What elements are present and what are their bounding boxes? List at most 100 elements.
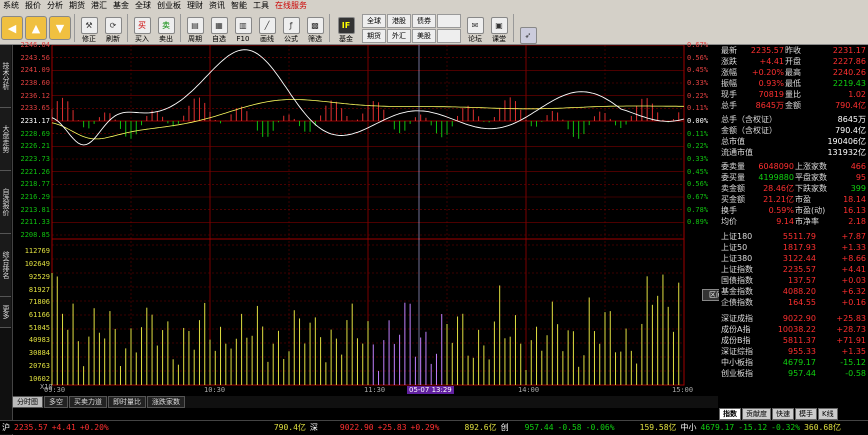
left-tab[interactable]: 综合排名 [0, 234, 11, 297]
blank-shortcut [437, 29, 461, 43]
index-value: 10038.22 [777, 325, 816, 334]
formula-button[interactable]: ƒ 公式 [280, 13, 302, 44]
index-value: 3122.44 [782, 254, 816, 263]
quote-row: 总手 8645万 金额 790.4亿 [719, 100, 868, 111]
left-tab[interactable]: 更多 [0, 297, 11, 328]
futures-button[interactable]: 期货 [362, 29, 386, 43]
volume-axis-label: 10602 [28, 374, 50, 383]
menu-item[interactable]: 分析 [44, 0, 66, 11]
chart-tab[interactable]: 涨跌家数 [147, 396, 185, 408]
logo-button[interactable]: ➶ [517, 13, 539, 44]
menu-item[interactable]: 全球 [132, 0, 154, 11]
percent-axis-label: 0.56% [687, 180, 709, 189]
left-tab[interactable]: 自选报价 [0, 171, 11, 234]
right-panel-tab[interactable]: 指数 [719, 408, 741, 420]
forum-button[interactable]: ✉ 论坛 [464, 13, 486, 44]
ticker-zx-amount: 360.68亿 [804, 423, 841, 432]
sell-button[interactable]: 卖卖出 [155, 13, 177, 44]
index-value: 955.33 [788, 347, 816, 356]
quote-row: 深证成指 9022.90 +25.83 [719, 313, 868, 324]
back-button[interactable]: ◀ [1, 16, 23, 40]
favorites-button[interactable]: ▦ 自选 [208, 13, 230, 44]
ticker-sz-amount: 892.6亿 [464, 423, 497, 432]
index-name: 上证50 [721, 243, 748, 252]
quote-row: 上证180 5511.79 +7.87 [719, 231, 868, 242]
f10-button[interactable]: ▥ F10 [232, 13, 254, 44]
us-stock-button[interactable]: 美股 [412, 29, 436, 43]
menu-item[interactable]: 智能 [228, 0, 250, 11]
index-name: 创业板指 [721, 369, 753, 378]
price-axis-label: 2218.77 [20, 180, 50, 189]
menu-item[interactable]: 基金 [110, 0, 132, 11]
chart-tab[interactable]: 买卖力道 [69, 396, 107, 408]
filter-icon: ▩ [306, 17, 324, 34]
price-axis-label: 2241.09 [20, 66, 50, 75]
index-value: 9022.90 [782, 314, 816, 323]
toolbar: ◀ ▲ ▼ ⚒ 修正 ⟳ 刷新 买买入 卖卖出 ▤ 周期 ▦ 自选 ▥ F10 ╱ 画线 ƒ… [0, 11, 868, 45]
menu-item[interactable]: 资讯 [206, 0, 228, 11]
quote-row: 总市值 190406亿 [719, 136, 868, 147]
volume-axis-label: 71806 [28, 298, 50, 307]
fund-icon: IF [337, 17, 355, 34]
hk-stock-button[interactable]: 港股 [387, 14, 411, 28]
ticker-sh-change: +4.41 [51, 423, 76, 432]
global-market-button[interactable]: 全球 [362, 14, 386, 28]
quote-row: 上证380 3122.44 +8.66 [719, 253, 868, 264]
fix-button[interactable]: ⚒ 修正 [78, 13, 100, 44]
quote-row: 均价 9.14 市净率 2.18 [719, 216, 868, 227]
classroom-icon: ▣ [490, 17, 508, 34]
quote-row: 企债指数 164.55 +0.16 [719, 297, 868, 308]
quote-label: 振幅 [721, 79, 737, 88]
menu-item[interactable]: 报价 [22, 0, 44, 11]
quote-value: 16.13 [843, 206, 866, 215]
intraday-chart[interactable]: 2246.04 2243.56 2241.09 2238.60 2236.12 2233.… [12, 41, 730, 418]
classroom-button[interactable]: ▣ 课堂 [488, 13, 510, 44]
f10-icon: ▥ [234, 17, 252, 34]
filter-button[interactable]: ▩ 筛选 [304, 13, 326, 44]
quote-label: 平盘家数 [795, 173, 827, 182]
menu-item[interactable]: 在线服务 [272, 0, 310, 11]
down-button[interactable]: ▼ [49, 16, 71, 40]
chart-tab[interactable]: 多空 [44, 396, 68, 408]
quote-row: 涨跌 +4.41 开盘 2227.86 [719, 56, 868, 67]
quote-value: 2227.86 [832, 57, 866, 66]
right-panel-tab[interactable]: 模手 [795, 408, 817, 420]
quote-value: 4199880 [758, 173, 794, 182]
chart-tab[interactable]: 即时量比 [108, 396, 146, 408]
quote-value: 790.4亿 [835, 101, 866, 110]
menu-item[interactable]: 创业板 [154, 0, 184, 11]
forex-button[interactable]: 外汇 [387, 29, 411, 43]
menu-item[interactable]: 期货 [66, 0, 88, 11]
menu-item[interactable]: 港汇 [88, 0, 110, 11]
right-panel-tab[interactable]: K线 [818, 408, 838, 420]
chart-tab[interactable]: 分时图 [12, 396, 43, 408]
price-axis-label: 2223.73 [20, 155, 50, 163]
quote-row: 卖金额 28.46亿 下跌家数 399 [719, 183, 868, 194]
left-tab[interactable]: 大盘走势 [0, 108, 11, 171]
quote-value: 8645万 [755, 101, 784, 110]
refresh-button[interactable]: ⟳ 刷新 [102, 13, 124, 44]
volume-axis-label: 30884 [28, 349, 50, 358]
menu-bar: 系统 报价 分析 期货 港汇 基金 全球 创业板 理财 资讯 智能 工具 在线服务 [0, 0, 868, 11]
draw-line-button[interactable]: ╱ 画线 [256, 13, 278, 44]
index-value: 5511.79 [782, 232, 816, 241]
index-change: +71.91 [836, 336, 866, 345]
time-axis-label: 11:30 [364, 386, 386, 394]
up-button[interactable]: ▲ [25, 16, 47, 40]
period-button[interactable]: ▤ 周期 [184, 13, 206, 44]
menu-item[interactable]: 理财 [184, 0, 206, 11]
menu-item[interactable]: 系统 [0, 0, 22, 11]
right-panel-tab[interactable]: 贡献度 [742, 408, 771, 420]
left-tab[interactable]: 技术分析 [0, 45, 11, 108]
fund-button[interactable]: IF 基金 [333, 13, 359, 44]
quote-label: 委买量 [721, 173, 745, 182]
index-change: +25.83 [836, 314, 866, 323]
blank-shortcut [437, 14, 461, 28]
menu-item[interactable]: 工具 [250, 0, 272, 11]
quote-value: 21.21亿 [763, 195, 794, 204]
right-panel-tab[interactable]: 快速 [772, 408, 794, 420]
bond-button[interactable]: 债券 [412, 14, 436, 28]
quote-label: 上涨家数 [795, 162, 827, 171]
buy-button[interactable]: 买买入 [131, 13, 153, 44]
ticker-zx-percent: -0.32% [771, 423, 801, 432]
